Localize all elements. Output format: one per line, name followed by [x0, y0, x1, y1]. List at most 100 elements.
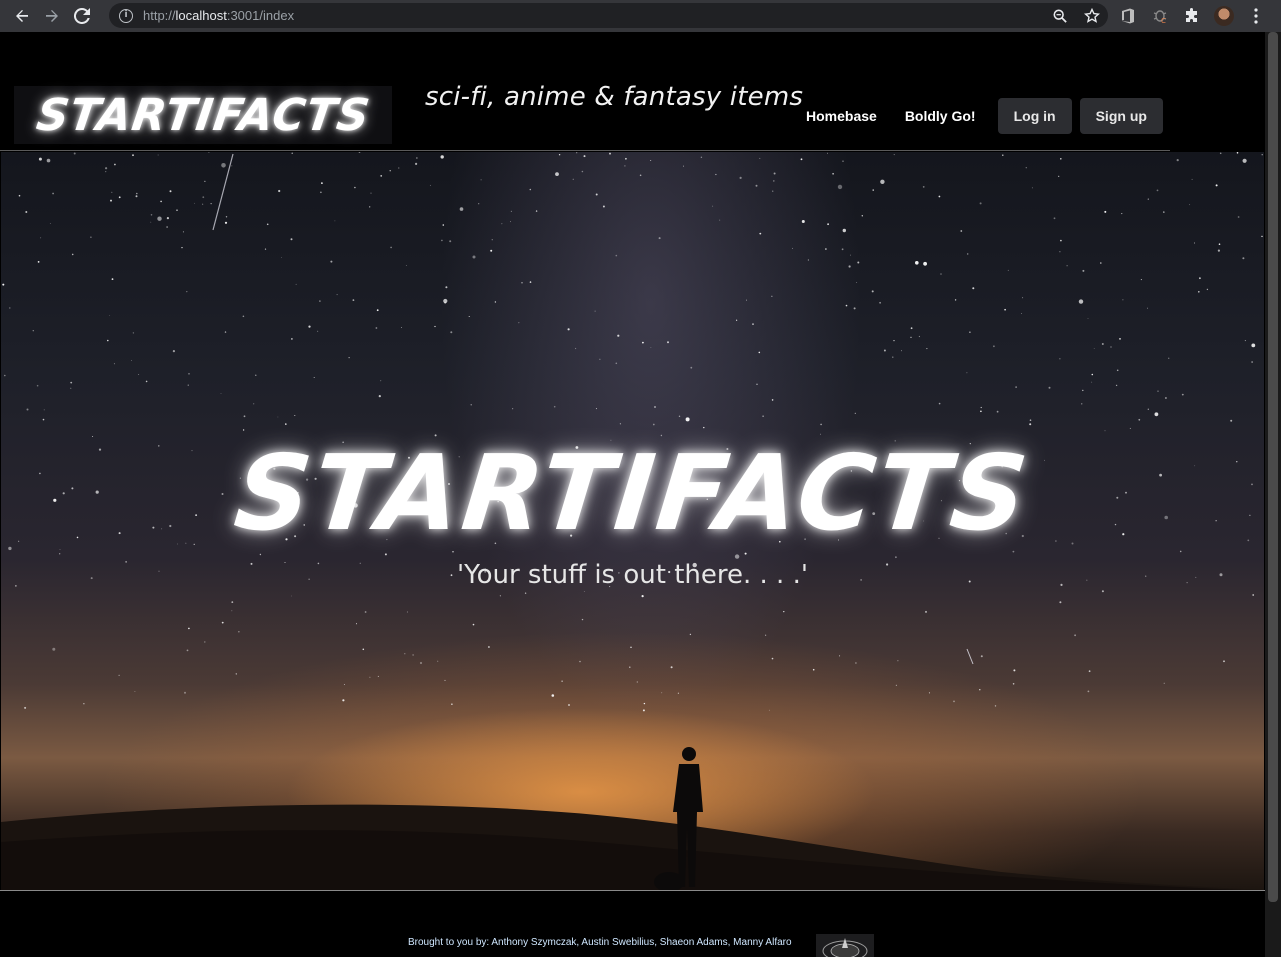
star — [979, 202, 982, 205]
star — [380, 175, 383, 177]
star — [264, 248, 267, 250]
star — [194, 202, 195, 204]
reload-button[interactable] — [67, 1, 97, 31]
star — [1191, 178, 1193, 180]
page-scrollbar[interactable] — [1265, 32, 1281, 957]
menu-kebab-icon[interactable] — [1246, 6, 1266, 26]
star — [398, 167, 400, 169]
star — [759, 232, 762, 235]
star — [105, 167, 108, 170]
star — [960, 230, 963, 232]
star — [1218, 243, 1221, 245]
forward-button[interactable] — [37, 1, 67, 31]
back-button[interactable] — [7, 1, 37, 31]
star — [915, 261, 919, 265]
star — [210, 203, 212, 205]
star — [1110, 346, 1112, 348]
star — [376, 309, 379, 312]
star — [166, 226, 168, 228]
star — [114, 163, 116, 166]
star — [683, 165, 684, 167]
star — [1215, 184, 1218, 187]
star — [401, 327, 402, 328]
star — [1121, 213, 1123, 215]
extension-office-icon[interactable] — [1118, 6, 1138, 26]
star — [678, 415, 681, 417]
forward-icon — [46, 10, 58, 22]
star — [719, 219, 721, 221]
star — [825, 248, 827, 250]
star — [594, 310, 596, 312]
zoom-icon[interactable] — [1050, 6, 1070, 26]
star — [1015, 386, 1017, 388]
star — [255, 374, 257, 376]
hero-title: STARTIFACTS — [229, 432, 1036, 554]
site-logo[interactable]: STARTIFACTS — [14, 86, 392, 144]
star — [510, 210, 512, 212]
url-text[interactable]: http://localhost:3001/index — [143, 8, 294, 23]
star — [1206, 288, 1209, 291]
star — [1194, 242, 1195, 244]
star — [1059, 251, 1061, 253]
star — [1093, 348, 1095, 349]
star — [854, 412, 856, 414]
star — [1251, 343, 1256, 348]
star — [529, 188, 532, 191]
star — [1164, 397, 1167, 399]
star — [444, 679, 446, 681]
star — [362, 648, 365, 651]
star — [1081, 403, 1083, 405]
star — [1029, 423, 1032, 426]
nav-boldly-go-link[interactable]: Boldly Go! — [897, 108, 984, 124]
star — [24, 706, 27, 709]
star — [90, 236, 92, 238]
star — [1189, 204, 1191, 206]
extension-bug-icon[interactable]: C — [1150, 6, 1170, 26]
star — [118, 196, 121, 199]
star — [472, 255, 476, 259]
star — [845, 304, 848, 307]
url-path: :3001/index — [226, 8, 295, 23]
star — [157, 216, 162, 221]
star — [996, 410, 999, 413]
star — [762, 415, 764, 417]
star — [880, 179, 885, 184]
star — [641, 595, 644, 598]
bookmark-star-icon[interactable] — [1082, 6, 1102, 26]
address-bar[interactable]: i http://localhost:3001/index — [109, 3, 1108, 28]
star — [677, 692, 680, 694]
profile-avatar[interactable] — [1214, 6, 1234, 26]
info-icon[interactable]: i — [119, 8, 133, 23]
star — [109, 315, 111, 316]
star — [451, 703, 453, 705]
star — [897, 660, 899, 662]
star — [1087, 318, 1089, 319]
star — [313, 377, 315, 378]
star — [1181, 393, 1184, 396]
star — [291, 152, 293, 154]
extensions-puzzle-icon[interactable] — [1182, 6, 1202, 26]
star — [703, 426, 705, 429]
logo-text: STARTIFACTS — [33, 89, 373, 141]
scrollbar-thumb[interactable] — [1268, 32, 1278, 902]
star — [150, 214, 153, 216]
signup-button[interactable]: Sign up — [1079, 98, 1163, 134]
star — [131, 360, 132, 361]
star — [561, 680, 563, 682]
star — [1078, 299, 1084, 304]
star — [111, 191, 113, 193]
star — [352, 299, 355, 301]
nav-homebase-link[interactable]: Homebase — [798, 108, 885, 124]
star — [472, 623, 475, 626]
star — [38, 157, 42, 161]
star — [235, 673, 237, 675]
star — [658, 237, 661, 240]
star — [1087, 690, 1090, 693]
login-button[interactable]: Log in — [997, 98, 1072, 134]
star — [535, 210, 538, 212]
star — [1168, 357, 1170, 359]
star — [1060, 158, 1062, 160]
hero-banner: STARTIFACTS 'Your stuff is out there. . … — [1, 152, 1264, 891]
star — [752, 323, 754, 325]
star — [83, 703, 85, 705]
